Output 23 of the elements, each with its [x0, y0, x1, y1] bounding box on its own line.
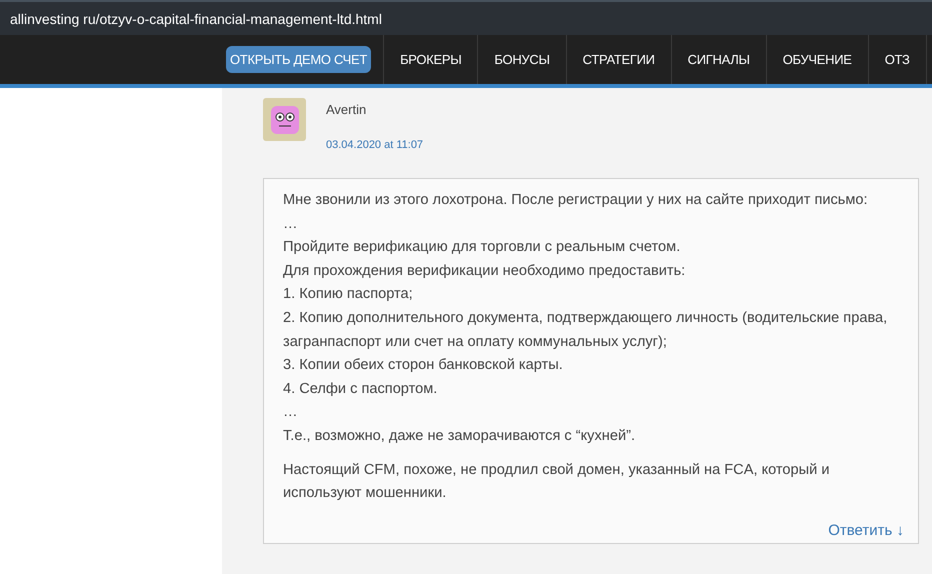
comment-date[interactable]: 03.04.2020 at 11:07 [326, 139, 424, 151]
comment-text: Т.е., возможно, даже не заморачиваются с “кухней”. [283, 426, 636, 446]
comment-text: … [283, 214, 299, 234]
reply-link[interactable]: Ответить ↓ [828, 522, 904, 539]
comment-text: 4. Селфи с паспортом. [283, 380, 438, 399]
nav-link[interactable]: СТРАТЕГИИ [566, 35, 672, 84]
comment-text: Мне звонили из этого лохотрона. После регистрации у них на сайте приходит письмо: [283, 191, 869, 210]
nav-link[interactable]: ОБУЧЕНИЕ [766, 35, 869, 84]
comment-text: Пройдите верификацию для торговли с реальным счетом. [283, 238, 682, 258]
address-url[interactable]: allinvesting ru/otzyv-o-capital-financial-management-ltd.html [10, 10, 382, 26]
comment-text: Настоящий CFM, похоже, не продлил свой домен, указанный на FCA, который и используют мошенники. [283, 460, 831, 504]
comment-text: … [283, 403, 299, 422]
comment-author: Avertin [326, 102, 368, 117]
comment-text: 3. Копии обеих сторон банковской карты. [283, 356, 564, 376]
nav-link[interactable]: ОТЗ [868, 35, 927, 84]
nav-link[interactable]: ОТКРЫТЬ ДЕМО СЧЕТ [214, 35, 384, 84]
nav-link[interactable]: СИГНАЛЫ [672, 35, 767, 84]
nav-link[interactable]: БОНУСЫ [478, 35, 567, 84]
comment-text: 2. Копию дополнительного документа, подтверждающего личность (водительские права, загранпаспорт или счет на оплату коммунальных услуг); [283, 308, 888, 352]
nav-link[interactable]: БРОКЕРЫ [384, 35, 478, 84]
comment-text: 1. Копию паспорта; [283, 285, 414, 304]
comment-text: Для прохождения верификации необходимо предоставить: [283, 262, 686, 281]
avatar-icon [263, 98, 306, 141]
